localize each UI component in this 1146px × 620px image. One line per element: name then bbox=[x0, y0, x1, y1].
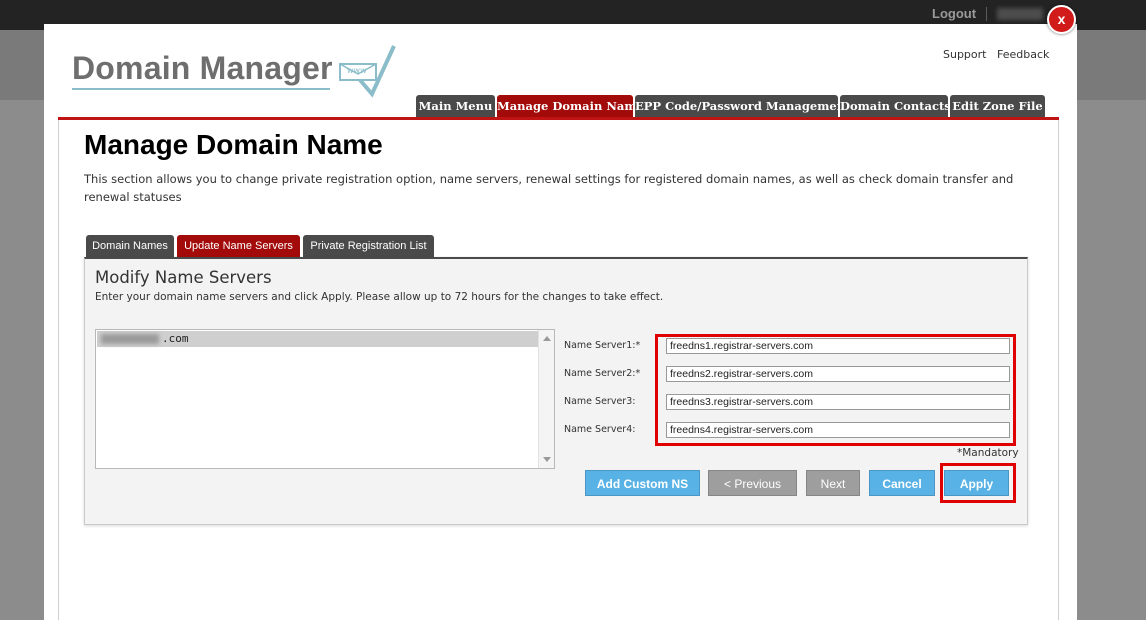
subtab-domain-names[interactable]: Domain Names bbox=[86, 235, 174, 257]
name-server-2-label: Name Server2:* bbox=[564, 368, 641, 379]
scroll-down-icon[interactable] bbox=[543, 457, 551, 462]
tab-edit-zone-file[interactable]: Edit Zone File bbox=[950, 95, 1045, 117]
cancel-button[interactable]: Cancel bbox=[869, 470, 935, 496]
name-server-4-label: Name Server4: bbox=[564, 424, 636, 435]
previous-button[interactable]: < Previous bbox=[708, 470, 797, 496]
feedback-link[interactable]: Feedback bbox=[997, 48, 1049, 61]
support-link[interactable]: Support bbox=[943, 48, 986, 61]
domain-list[interactable]: .com bbox=[95, 329, 555, 469]
page-title: Manage Domain Name bbox=[84, 129, 383, 160]
mandatory-note: *Mandatory bbox=[957, 447, 1019, 459]
add-custom-ns-button[interactable]: Add Custom NS bbox=[585, 470, 700, 496]
subtab-update-name-servers[interactable]: Update Name Servers bbox=[177, 235, 300, 257]
www-text: www bbox=[347, 66, 367, 75]
username-blurred bbox=[997, 8, 1043, 20]
tab-epp-code[interactable]: EPP Code/Password Management bbox=[635, 95, 850, 117]
tab-manage-domain-name[interactable]: Manage Domain Name bbox=[497, 95, 644, 117]
subtab-private-registration-list[interactable]: Private Registration List bbox=[303, 235, 434, 257]
scrollbar[interactable] bbox=[538, 330, 554, 468]
tab-main-menu[interactable]: Main Menu bbox=[416, 95, 495, 117]
page-description: This section allows you to change privat… bbox=[84, 172, 1014, 204]
next-button[interactable]: Next bbox=[806, 470, 860, 496]
scroll-up-icon[interactable] bbox=[543, 336, 551, 341]
logout-link[interactable]: Logout bbox=[932, 6, 976, 21]
www-check-icon: www bbox=[339, 45, 396, 98]
close-button[interactable]: x bbox=[1047, 5, 1076, 34]
logo-underline bbox=[72, 88, 330, 90]
tab-domain-contacts[interactable]: Domain Contacts bbox=[840, 95, 951, 117]
name-server-1-label: Name Server1:* bbox=[564, 340, 641, 351]
logo-text: Domain Manager bbox=[72, 50, 333, 86]
divider bbox=[986, 7, 987, 21]
name-servers-highlight bbox=[655, 334, 1016, 446]
panel-title: Modify Name Servers bbox=[95, 268, 272, 287]
domain-name-blurred bbox=[101, 334, 159, 344]
domain-suffix: .com bbox=[162, 332, 189, 345]
domain-list-item-selected[interactable]: .com bbox=[97, 331, 538, 347]
apply-highlight bbox=[940, 463, 1016, 503]
name-server-3-label: Name Server3: bbox=[564, 396, 636, 407]
panel-description: Enter your domain name servers and click… bbox=[95, 291, 664, 303]
